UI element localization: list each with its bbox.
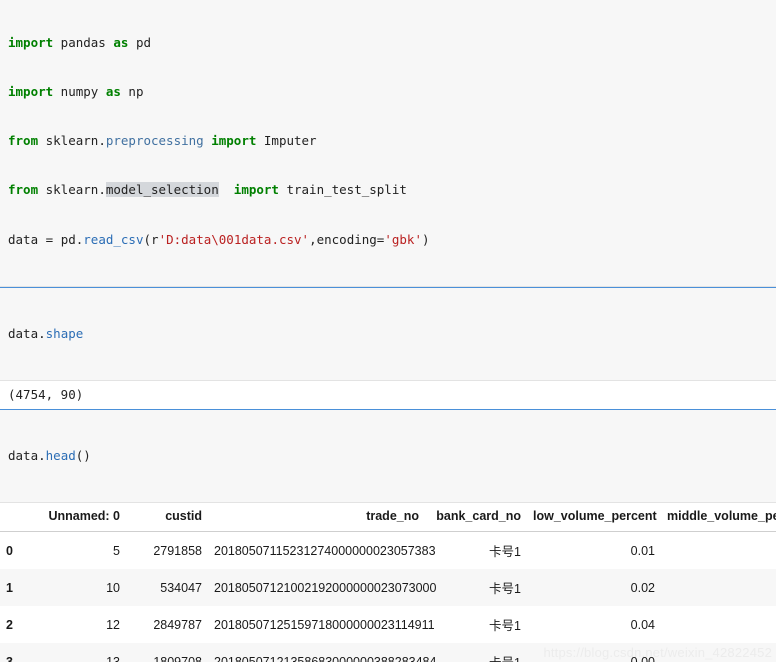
cell-low-volume-percent: 0.01 (630, 543, 655, 558)
code-token: 'D:data\001data.csv' (158, 231, 310, 247)
cell-unnamed0: 5 (113, 543, 120, 558)
code-token: 'gbk' (384, 231, 422, 247)
code-token: sklearn. (38, 133, 106, 149)
code-token: data. (8, 448, 46, 464)
code-token: ,encoding= (309, 231, 385, 247)
row-index: 0 (6, 543, 13, 558)
imports-cell[interactable]: import pandas as pd import numpy as np f… (0, 0, 776, 287)
table-row: 2 12 2849787 201805071251597180000000231… (0, 606, 776, 644)
code-token: pd. (53, 231, 84, 247)
code-line: from sklearn.model_selection import trai… (8, 182, 768, 198)
row-index: 1 (6, 580, 13, 595)
code-token: pandas (53, 34, 114, 50)
code-token: import (8, 84, 54, 100)
code-token: as (113, 34, 129, 50)
head-dataframe-container: Unnamed: 0 custid trade_no bank_card_no … (0, 503, 776, 662)
cell-trade-no: 20180507121002192000000023073000 (214, 580, 437, 595)
code-token: Imputer (256, 133, 317, 149)
table-header-row: Unnamed: 0 custid trade_no bank_card_no … (0, 503, 776, 533)
cell-bank-card-no: 卡号1 (489, 582, 521, 597)
cell-low-volume-percent: 0.02 (630, 580, 655, 595)
head-dataframe: Unnamed: 0 custid trade_no bank_card_no … (0, 503, 776, 662)
cell-unnamed0: 12 (106, 617, 120, 632)
cell-trade-no: 20180507125159718000000023114911 (214, 617, 435, 632)
shape-output: (4754, 90) (0, 380, 776, 410)
row-index: 2 (6, 617, 13, 632)
code-token: preprocessing (105, 133, 204, 149)
table-header: Unnamed: 0 custid trade_no bank_card_no … (0, 503, 776, 533)
code-token: sklearn. (38, 182, 106, 198)
code-token: ) (421, 231, 430, 247)
column-header-middle-volume-percent: middle_volume_percent (661, 503, 776, 533)
code-line: data = pd.read_csv(r'D:data\001data.csv'… (8, 232, 768, 248)
cell-unnamed0: 10 (106, 580, 120, 595)
code-token: read_csv (83, 231, 144, 247)
cell-trade-no: 20180507121358683000000388283484 (214, 654, 437, 662)
table-row: 0 5 2791858 2018050711523127400000002305… (0, 531, 776, 570)
cell-bank-card-no: 卡号1 (489, 619, 521, 634)
code-token: data (8, 231, 46, 247)
code-token: shape (45, 325, 84, 341)
cell-custid: 1809708 (153, 654, 202, 662)
cell-bank-card-no: 卡号1 (425, 643, 527, 662)
row-index: 3 (6, 654, 13, 662)
code-line: import pandas as pd (8, 35, 768, 51)
table-row: 1 10 534047 2018050712100219200000002307… (0, 569, 776, 607)
code-token: from (8, 133, 39, 149)
code-token: data. (8, 325, 46, 341)
column-header-low-volume-percent: low_volume_percent (527, 503, 661, 533)
code-token: import (233, 182, 279, 198)
column-header-bank-card-no: bank_card_no (425, 503, 527, 533)
code-token: train_test_split (278, 182, 407, 198)
selected-code-token[interactable]: model_selection (105, 182, 219, 198)
column-header-index (0, 503, 42, 533)
code-token: pd (128, 34, 152, 50)
cell-custid: 534047 (160, 580, 202, 595)
code-token: np (120, 84, 144, 100)
table-body: 0 5 2791858 2018050711523127400000002305… (0, 531, 776, 662)
code-token: from (8, 182, 39, 198)
cell-trade-no: 20180507115231274000000023057383 (214, 543, 436, 558)
code-line: from sklearn.preprocessing import Impute… (8, 133, 768, 149)
code-line: import numpy as np (8, 84, 768, 100)
code-token: import (211, 133, 257, 149)
cell-middle-volume-percent: 0.96 (661, 606, 776, 643)
cell-middle-volume-percent: 0.94 (661, 569, 776, 606)
cell-custid: 2849787 (153, 617, 202, 632)
code-token: head (45, 448, 76, 464)
shape-cell[interactable]: data.shape (0, 286, 776, 381)
column-header-unnamed0: Unnamed: 0 (42, 503, 126, 533)
code-token: import (8, 34, 54, 50)
cell-middle-volume-percent: 0.99 (661, 532, 776, 570)
cell-bank-card-no: 卡号1 (489, 545, 521, 560)
code-token: as (105, 84, 121, 100)
code-token: numpy (53, 84, 106, 100)
column-header-custid: custid (126, 503, 208, 533)
cell-low-volume-percent: 0.04 (630, 617, 655, 632)
cell-unnamed0: 13 (106, 654, 120, 662)
csdn-watermark: https://blog.csdn.net/weixin_42822452 (543, 645, 772, 660)
notebook-page: import pandas as pd import numpy as np f… (0, 0, 776, 662)
cell-custid: 2791858 (153, 543, 202, 558)
head-cell[interactable]: data.head() (0, 409, 776, 504)
column-header-trade-no: trade_no (208, 503, 425, 533)
code-token: (r (143, 231, 159, 247)
code-line: data.head() (8, 448, 768, 464)
code-token: () (75, 448, 91, 464)
code-line: data.shape (8, 326, 768, 342)
